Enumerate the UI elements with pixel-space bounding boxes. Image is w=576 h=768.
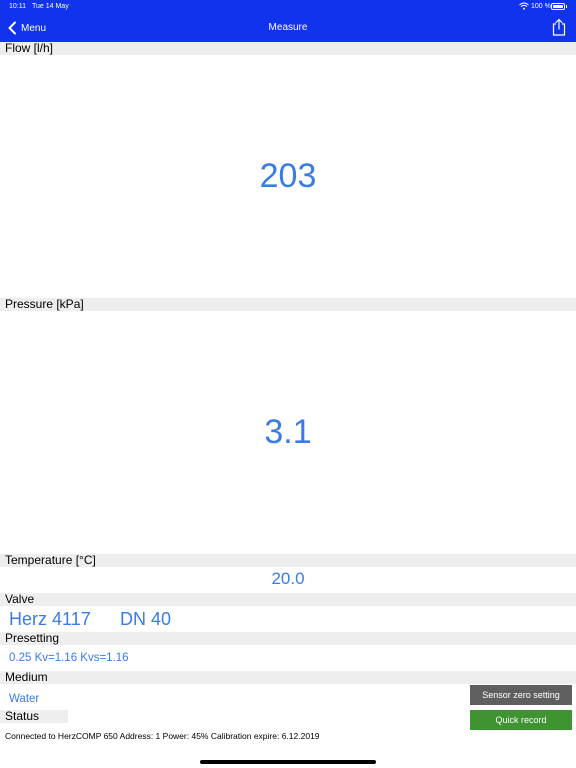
flow-section-header xyxy=(0,42,576,55)
pressure-section-header xyxy=(0,298,576,311)
valve-size: DN 40 xyxy=(120,609,172,629)
status-date: Tue 14 May xyxy=(32,3,69,10)
valve-name: Herz 4117 xyxy=(9,609,91,629)
flow-value: 203 xyxy=(259,157,317,195)
pressure-value: 3.1 xyxy=(264,413,312,451)
quick-record-button[interactable]: Quick record xyxy=(470,710,572,730)
presetting-section-header xyxy=(0,632,576,645)
presetting-label: Presetting xyxy=(5,631,60,645)
medium-label: Medium xyxy=(5,670,48,684)
home-indicator[interactable] xyxy=(200,760,376,764)
navigation-header: 10:11 Tue 14 May 100 % Menu Measure xyxy=(0,0,576,42)
status-label: Status xyxy=(5,709,40,723)
valve-section-header xyxy=(0,593,576,606)
battery-nub xyxy=(566,5,567,8)
valve-label: Valve xyxy=(5,592,35,606)
presetting-value: 0.25 Kv=1.16 Kvs=1.16 xyxy=(9,652,129,664)
sensor-zero-setting-button[interactable]: Sensor zero setting xyxy=(470,685,572,705)
status-bar: 10:11 Tue 14 May 100 % xyxy=(0,0,576,14)
temperature-label: Temperature [°C] xyxy=(5,553,96,567)
temperature-value: 20.0 xyxy=(271,569,305,588)
medium-value: Water xyxy=(9,693,40,705)
page-title: Measure xyxy=(268,22,308,33)
battery-icon xyxy=(551,3,565,10)
share-icon[interactable] xyxy=(551,18,567,36)
medium-section-header xyxy=(0,671,576,684)
wifi-icon xyxy=(519,2,529,10)
status-time: 10:11 xyxy=(9,3,26,10)
connection-status-text: Connected to HerzCOMP 650 Address: 1 Pow… xyxy=(5,731,320,741)
flow-label: Flow [l/h] xyxy=(5,41,54,55)
battery-percentage: 100 % xyxy=(531,3,551,10)
pressure-label: Pressure [kPa] xyxy=(5,297,84,311)
